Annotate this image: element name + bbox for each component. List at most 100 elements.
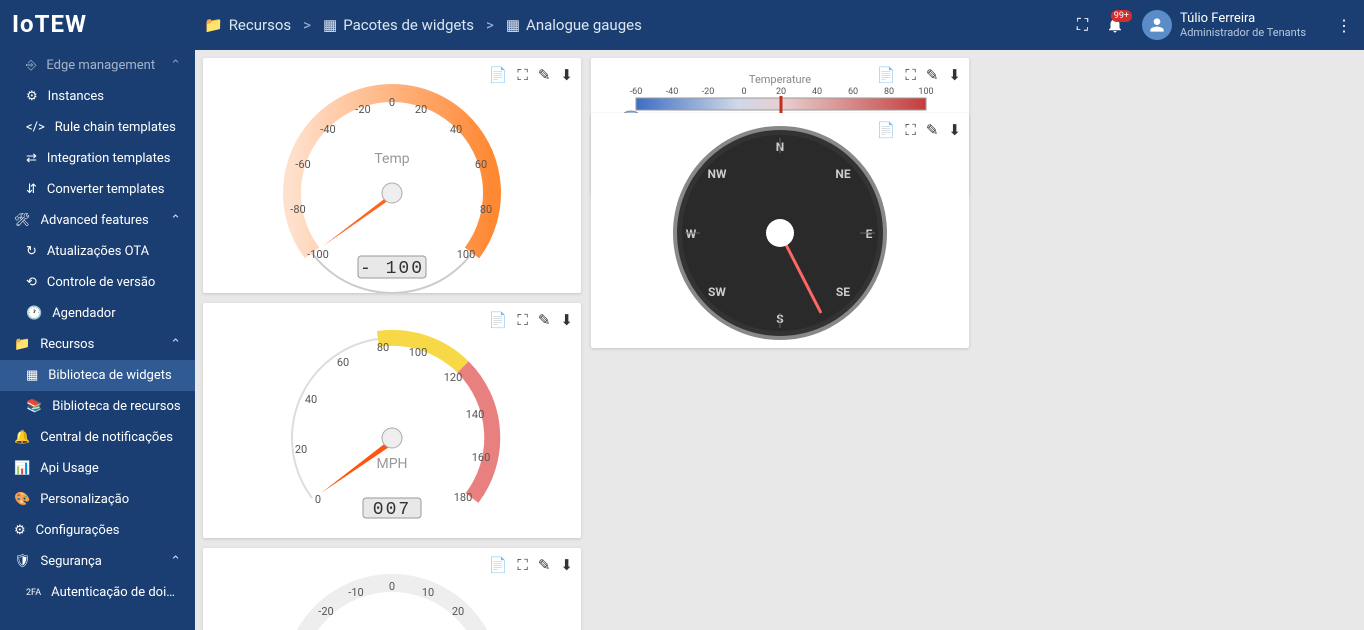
svg-text:20: 20 xyxy=(452,605,464,618)
router-icon: ⎆ xyxy=(26,58,36,73)
widget-card-temp-gauge[interactable]: 📄 ⛶ ✎ ⬇ -100 -80 -60 -40 -20 0 20 40 xyxy=(203,58,581,293)
svg-text:E: E xyxy=(866,227,873,241)
sidebar-item-security[interactable]: 🛡Segurança⌃ xyxy=(0,546,195,577)
svg-text:120: 120 xyxy=(444,371,463,384)
card-actions: 📄 ⛶ ✎ ⬇ xyxy=(489,66,573,84)
download-icon[interactable]: ⬇ xyxy=(560,556,573,574)
avatar xyxy=(1142,10,1172,40)
fullscreen-icon[interactable]: ⛶ xyxy=(905,121,916,139)
chevron-up-icon: ⌃ xyxy=(170,58,181,73)
svg-text:160: 160 xyxy=(472,451,491,464)
download-icon[interactable]: ⬇ xyxy=(948,121,961,139)
edit-icon[interactable]: ✎ xyxy=(926,66,939,84)
chevron-up-icon: ⌃ xyxy=(170,337,181,352)
svg-text:-20: -20 xyxy=(702,87,715,97)
card-actions: 📄 ⛶ ✎ ⬇ xyxy=(877,66,961,84)
sidebar-item-advanced[interactable]: 🛠Advanced features⌃ xyxy=(0,205,195,236)
breadcrumb-label: Recursos xyxy=(229,16,291,34)
export-icon[interactable]: 📄 xyxy=(877,66,896,84)
chevron-up-icon: ⌃ xyxy=(170,554,181,569)
gauge-display: 007 xyxy=(373,500,411,520)
sidebar-item-edge-management[interactable]: ⎆Edge management⌃ xyxy=(0,50,195,81)
svg-text:-100: -100 xyxy=(307,248,329,261)
sidebar-item-instances[interactable]: ⚙Instances xyxy=(0,81,195,112)
user-name: Túlio Ferreira xyxy=(1180,11,1306,27)
download-icon[interactable]: ⬇ xyxy=(948,66,961,84)
svg-text:SW: SW xyxy=(708,285,726,299)
more-menu-icon[interactable]: ⋮ xyxy=(1336,16,1352,35)
export-icon[interactable]: 📄 xyxy=(489,556,508,574)
sidebar-item-personalization[interactable]: 🎨Personalização xyxy=(0,484,195,515)
svg-text:SE: SE xyxy=(836,285,850,299)
chart-icon: 📊 xyxy=(14,461,30,476)
widget-card-temperature-gauge[interactable]: 📄 ⛶ ✎ ⬇ -60 -50 -40 -30 -20 -10 0 10 xyxy=(203,548,581,630)
sidebar-item-notifications[interactable]: 🔔Central de notificações xyxy=(0,422,195,453)
widgets-icon: ▦ xyxy=(26,368,38,383)
compass-svg: N NE E SE S SW W NW xyxy=(591,113,969,348)
svg-text:40: 40 xyxy=(450,123,462,136)
edit-icon[interactable]: ✎ xyxy=(538,66,551,84)
svg-text:0: 0 xyxy=(741,87,746,97)
svg-text:80: 80 xyxy=(884,87,894,97)
widget-card-compass[interactable]: 📄 ⛶ ✎ ⬇ N NE E SE S SW W NW xyxy=(591,113,969,348)
fullscreen-icon[interactable]: ⛶ xyxy=(905,66,916,84)
svg-text:10: 10 xyxy=(422,586,434,599)
sidebar-item-version[interactable]: ⟲Controle de versão xyxy=(0,267,195,298)
svg-text:60: 60 xyxy=(337,356,349,369)
edit-icon[interactable]: ✎ xyxy=(926,121,939,139)
fullscreen-icon[interactable]: ⛶ xyxy=(517,311,528,329)
palette-icon: 🎨 xyxy=(14,492,30,507)
widget-card-speed-gauge[interactable]: 📄 ⛶ ✎ ⬇ 0 20 40 60 80 100 120 140 1 xyxy=(203,303,581,538)
gauge-display: - 100 xyxy=(360,259,424,279)
breadcrumb-item-resources[interactable]: 📁 Recursos xyxy=(204,16,291,34)
code-icon: </> xyxy=(26,120,45,135)
sidebar-item-api[interactable]: 📊Api Usage xyxy=(0,453,195,484)
sidebar-item-resources[interactable]: 📁Recursos⌃ xyxy=(0,329,195,360)
export-icon[interactable]: 📄 xyxy=(489,311,508,329)
2fa-icon: 2FA xyxy=(26,588,41,598)
svg-text:-20: -20 xyxy=(355,103,370,116)
sidebar-item-ota[interactable]: ↻Atualizações OTA xyxy=(0,236,195,267)
svg-text:20: 20 xyxy=(776,87,786,97)
sidebar: ⎆Edge management⌃ ⚙Instances </>Rule cha… xyxy=(0,50,195,630)
sidebar-item-rule-chain[interactable]: </>Rule chain templates xyxy=(0,112,195,143)
fullscreen-icon[interactable]: ⛶ xyxy=(1077,15,1088,35)
announcement-icon: 🔔 xyxy=(14,430,30,445)
breadcrumb-label: Pacotes de widgets xyxy=(343,16,474,34)
svg-text:180: 180 xyxy=(454,491,473,504)
svg-text:IoTEW: IoTEW xyxy=(12,10,87,38)
breadcrumb-label: Analogue gauges xyxy=(526,16,642,34)
download-icon[interactable]: ⬇ xyxy=(560,66,573,84)
user-menu[interactable]: Túlio Ferreira Administrador de Tenants xyxy=(1142,10,1306,40)
shield-icon: 🛡 xyxy=(14,554,31,569)
export-icon[interactable]: 📄 xyxy=(489,66,508,84)
sidebar-item-resource-lib[interactable]: 📚Biblioteca de recursos xyxy=(0,391,195,422)
clock-icon: 🕐 xyxy=(26,306,42,321)
sidebar-item-scheduler[interactable]: 🕐Agendador xyxy=(0,298,195,329)
notification-badge: 99+ xyxy=(1111,10,1132,22)
svg-text:80: 80 xyxy=(480,203,492,216)
sidebar-item-converter[interactable]: ⇵Converter templates xyxy=(0,174,195,205)
fullscreen-icon[interactable]: ⛶ xyxy=(517,66,528,84)
sidebar-item-integration[interactable]: ⇄Integration templates xyxy=(0,143,195,174)
svg-text:100: 100 xyxy=(457,248,476,261)
svg-text:0: 0 xyxy=(315,493,321,506)
fullscreen-icon[interactable]: ⛶ xyxy=(517,556,528,574)
edit-icon[interactable]: ✎ xyxy=(538,556,551,574)
notifications-icon[interactable]: 99+ xyxy=(1106,16,1124,34)
svg-text:80: 80 xyxy=(377,341,389,354)
gauge-title: MPH xyxy=(376,456,407,472)
sidebar-item-config[interactable]: ⚙Configurações xyxy=(0,515,195,546)
gauge-title: Temp xyxy=(374,151,409,167)
bar-title: Temperature xyxy=(749,73,811,86)
download-icon[interactable]: ⬇ xyxy=(560,311,573,329)
svg-text:100: 100 xyxy=(918,87,933,97)
folder-icon: 📁 xyxy=(204,16,223,34)
breadcrumb: 📁 Recursos > ▦ Pacotes de widgets > ▦ An… xyxy=(204,16,1077,34)
export-icon[interactable]: 📄 xyxy=(877,121,896,139)
breadcrumb-item-bundles[interactable]: ▦ Pacotes de widgets xyxy=(323,16,474,34)
sidebar-item-2fa[interactable]: 2FAAutenticação de dois fat... xyxy=(0,577,195,608)
edit-icon[interactable]: ✎ xyxy=(538,311,551,329)
sidebar-item-widget-lib[interactable]: ▦Biblioteca de widgets xyxy=(0,360,195,391)
logo[interactable]: IoTEW xyxy=(12,10,104,40)
